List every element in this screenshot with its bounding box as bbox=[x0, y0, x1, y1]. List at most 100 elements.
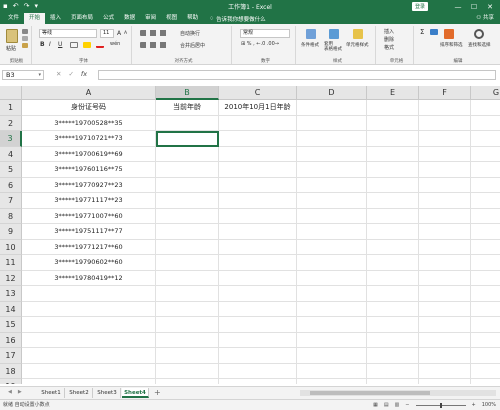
insert-cells-button[interactable]: 插入 bbox=[384, 28, 394, 35]
select-all-corner[interactable] bbox=[0, 86, 22, 100]
name-box[interactable]: B3 ▾ bbox=[2, 70, 44, 80]
column-header-a[interactable]: A bbox=[22, 86, 156, 100]
cell-f10[interactable] bbox=[419, 239, 471, 255]
cell-c11[interactable] bbox=[219, 255, 297, 271]
cell-g9[interactable] bbox=[471, 224, 500, 240]
cell-c17[interactable] bbox=[219, 348, 297, 364]
cell-c19[interactable] bbox=[219, 379, 297, 384]
tab-review[interactable]: 审阅 bbox=[140, 13, 161, 24]
cell-d7[interactable] bbox=[297, 193, 367, 209]
worksheet-grid[interactable]: A B C D E F G 1 身份证号码 当前年龄 2010年10月1日年龄 2 3*****1970… bbox=[0, 86, 500, 384]
cell-d11[interactable] bbox=[297, 255, 367, 271]
font-color-icon[interactable] bbox=[96, 42, 104, 48]
cell-a4[interactable]: 3*****19700619**69 bbox=[22, 146, 156, 162]
row-header-18[interactable]: 18 bbox=[0, 363, 22, 379]
tell-me-box[interactable]: ♢ 告诉我你想要做什么 bbox=[209, 15, 265, 23]
row-header-6[interactable]: 6 bbox=[0, 177, 22, 193]
font-size-select[interactable]: 11 bbox=[100, 29, 114, 38]
row-header-11[interactable]: 11 bbox=[0, 255, 22, 271]
cell-c9[interactable] bbox=[219, 224, 297, 240]
cell-c4[interactable] bbox=[219, 146, 297, 162]
maximize-button[interactable]: ☐ bbox=[466, 3, 482, 11]
cell-e14[interactable] bbox=[367, 301, 419, 317]
tab-formulas[interactable]: 公式 bbox=[98, 13, 119, 24]
cell-f13[interactable] bbox=[419, 286, 471, 302]
cell-g1[interactable] bbox=[471, 100, 500, 116]
row-header-5[interactable]: 5 bbox=[0, 162, 22, 178]
sheet-tab-sheet3[interactable]: Sheet3 bbox=[94, 388, 121, 398]
cell-f7[interactable] bbox=[419, 193, 471, 209]
cell-f4[interactable] bbox=[419, 146, 471, 162]
row-header-4[interactable]: 4 bbox=[0, 146, 22, 162]
tab-file[interactable]: 文件 bbox=[3, 13, 24, 24]
sheet-tab-sheet1[interactable]: Sheet1 bbox=[38, 388, 65, 398]
zoom-out-icon[interactable]: − bbox=[405, 400, 409, 410]
cell-e17[interactable] bbox=[367, 348, 419, 364]
cell-b9[interactable] bbox=[156, 224, 219, 240]
cell-b11[interactable] bbox=[156, 255, 219, 271]
cell-g7[interactable] bbox=[471, 193, 500, 209]
zoom-in-icon[interactable]: + bbox=[472, 400, 476, 410]
row-header-3[interactable]: 3 bbox=[0, 131, 22, 147]
cell-e7[interactable] bbox=[367, 193, 419, 209]
cell-c8[interactable] bbox=[219, 208, 297, 224]
row-header-10[interactable]: 10 bbox=[0, 239, 22, 255]
cell-a7[interactable]: 3*****19771117**23 bbox=[22, 193, 156, 209]
cell-a18[interactable] bbox=[22, 363, 156, 379]
row-header-16[interactable]: 16 bbox=[0, 332, 22, 348]
cell-g4[interactable] bbox=[471, 147, 500, 162]
cell-f17[interactable] bbox=[419, 348, 471, 364]
cell-d14[interactable] bbox=[297, 301, 367, 317]
cell-b19[interactable] bbox=[156, 379, 219, 384]
fill-icon[interactable] bbox=[430, 29, 438, 35]
cell-f5[interactable] bbox=[419, 162, 471, 178]
cell-e8[interactable] bbox=[367, 208, 419, 224]
cell-c1[interactable]: 2010年10月1日年龄 bbox=[219, 100, 297, 116]
tab-home[interactable]: 开始 bbox=[24, 13, 46, 24]
row-header-1[interactable]: 1 bbox=[0, 100, 22, 116]
cell-f15[interactable] bbox=[419, 317, 471, 333]
italic-button[interactable]: I bbox=[49, 41, 51, 48]
cut-icon[interactable] bbox=[22, 29, 28, 34]
zoom-level[interactable]: 100% bbox=[482, 400, 496, 410]
cell-c3[interactable] bbox=[219, 131, 297, 147]
row-header-9[interactable]: 9 bbox=[0, 224, 22, 240]
cell-d17[interactable] bbox=[297, 348, 367, 364]
conditional-format-icon[interactable] bbox=[306, 29, 316, 39]
cell-d10[interactable] bbox=[297, 239, 367, 255]
cell-b4[interactable] bbox=[156, 146, 219, 162]
cell-c13[interactable] bbox=[219, 286, 297, 302]
cell-b13[interactable] bbox=[156, 286, 219, 302]
number-format-select[interactable]: 常规 bbox=[240, 29, 290, 38]
sheet-tab-sheet4[interactable]: Sheet4 bbox=[122, 388, 149, 398]
enter-icon[interactable]: ✓ bbox=[68, 70, 73, 78]
cell-e10[interactable] bbox=[367, 239, 419, 255]
cell-styles-icon[interactable] bbox=[353, 29, 363, 39]
horizontal-align-icons[interactable] bbox=[140, 42, 170, 48]
cell-c15[interactable] bbox=[219, 317, 297, 333]
cell-d19[interactable] bbox=[297, 379, 367, 384]
cell-c7[interactable] bbox=[219, 193, 297, 209]
page-break-icon[interactable]: ▥ bbox=[395, 400, 400, 410]
delete-cells-button[interactable]: 删除 bbox=[384, 36, 394, 43]
cell-e12[interactable] bbox=[367, 270, 419, 286]
chevron-down-icon[interactable]: ▾ bbox=[38, 71, 41, 79]
cell-a15[interactable] bbox=[22, 317, 156, 333]
cell-f2[interactable] bbox=[419, 115, 471, 131]
formula-input[interactable] bbox=[98, 70, 496, 80]
autosum-icon[interactable]: Σ bbox=[420, 28, 424, 36]
column-header-b[interactable]: B bbox=[156, 86, 219, 100]
cell-a17[interactable] bbox=[22, 348, 156, 364]
cell-e9[interactable] bbox=[367, 224, 419, 240]
column-header-d[interactable]: D bbox=[297, 86, 367, 100]
sort-filter-icon[interactable] bbox=[444, 29, 454, 39]
cell-a14[interactable] bbox=[22, 301, 156, 317]
cell-d2[interactable] bbox=[297, 115, 367, 131]
cell-g14[interactable] bbox=[471, 302, 500, 317]
cell-styles-label[interactable]: 单元格样式 bbox=[346, 42, 369, 48]
cell-f9[interactable] bbox=[419, 224, 471, 240]
fill-color-icon[interactable] bbox=[83, 42, 91, 48]
cell-c16[interactable] bbox=[219, 332, 297, 348]
cell-d13[interactable] bbox=[297, 286, 367, 302]
cell-g10[interactable] bbox=[471, 240, 500, 255]
